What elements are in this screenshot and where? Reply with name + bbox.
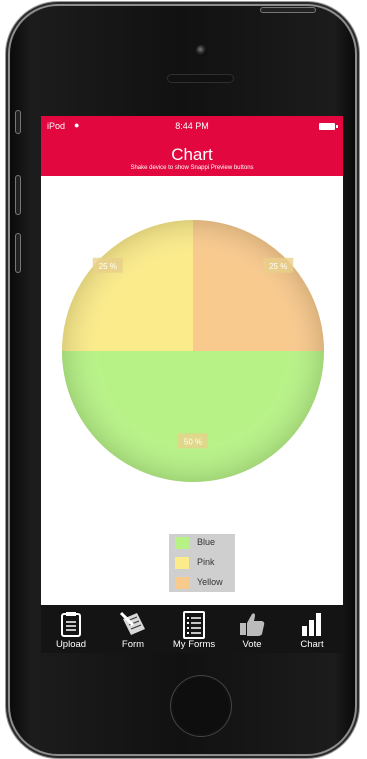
tab-bar: Upload Form My Forms Vote Chart bbox=[41, 605, 343, 653]
status-time: 8:44 PM bbox=[175, 121, 209, 131]
legend-item-blue: Blue bbox=[173, 535, 235, 551]
app-screen: iPod ● 8:44 PM Chart Shake device to sho… bbox=[41, 116, 343, 653]
tab-upload[interactable]: Upload bbox=[45, 605, 97, 653]
page-title: Chart bbox=[171, 145, 213, 164]
pencil-paper-icon bbox=[119, 611, 145, 635]
pie-data-label: 25 % bbox=[269, 262, 287, 271]
list-document-icon bbox=[183, 611, 205, 639]
tab-label: Vote bbox=[242, 639, 262, 650]
legend-label: Pink bbox=[197, 557, 215, 567]
pie-data-label: 25 % bbox=[99, 262, 117, 271]
tab-label: Chart bbox=[300, 639, 324, 650]
volume-up-button bbox=[16, 176, 20, 214]
bar-chart-icon bbox=[302, 613, 321, 636]
power-button bbox=[261, 8, 315, 12]
speaker-grille bbox=[167, 74, 234, 83]
tab-label: My Forms bbox=[172, 639, 216, 650]
thumbs-up-icon bbox=[240, 613, 265, 636]
tab-vote[interactable]: Vote bbox=[227, 605, 277, 653]
legend-swatch-yellow bbox=[175, 577, 189, 589]
tab-my-forms[interactable]: My Forms bbox=[165, 605, 223, 653]
page-subtitle: Shake device to show Snappi Preview butt… bbox=[130, 165, 254, 171]
tab-label: Upload bbox=[55, 639, 87, 650]
pie-data-label: 50 % bbox=[184, 437, 202, 446]
mute-switch bbox=[16, 111, 20, 133]
status-bar: iPod ● 8:44 PM bbox=[41, 119, 343, 135]
app-header: iPod ● 8:44 PM Chart Shake device to sho… bbox=[41, 116, 343, 176]
battery-icon bbox=[319, 123, 338, 130]
clipboard-icon bbox=[61, 612, 81, 637]
legend-item-pink: Pink bbox=[173, 555, 235, 571]
legend-swatch-pink bbox=[175, 557, 189, 569]
chart-legend: Blue Pink Yellow bbox=[169, 534, 235, 592]
camera bbox=[196, 45, 207, 56]
legend-item-yellow: Yellow bbox=[173, 575, 235, 591]
volume-down-button bbox=[16, 234, 20, 272]
tab-form[interactable]: Form bbox=[107, 605, 159, 653]
legend-label: Yellow bbox=[197, 577, 223, 587]
tab-chart[interactable]: Chart bbox=[287, 605, 337, 653]
home-button[interactable] bbox=[170, 675, 232, 737]
legend-label: Blue bbox=[197, 537, 216, 547]
tab-label: Form bbox=[121, 639, 145, 650]
legend-swatch-blue bbox=[175, 537, 189, 549]
